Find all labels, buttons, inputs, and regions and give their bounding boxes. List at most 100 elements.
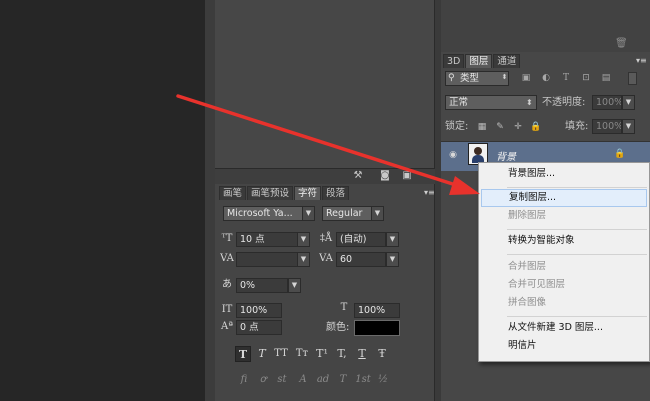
faux-bold-button[interactable]: T [235,346,251,362]
tracking-field[interactable]: 60 [336,252,386,267]
opacity-dropdown-arrow[interactable]: ▼ [622,95,635,110]
layer-context-menu: 背景图层... 复制图层... 删除图层 转换为智能对象 合并图层 合并可见图层… [478,162,650,362]
lock-label: 锁定: [445,121,469,132]
fractions-button[interactable]: ½ [374,372,392,388]
thumbnail-portrait-head [474,147,482,155]
panel-gutter-left [205,0,215,401]
font-style-select[interactable]: Regular [322,206,374,221]
tab-layers[interactable]: 图层 [465,54,493,68]
baseline-shift-field[interactable]: 0 点 [236,320,282,335]
subscript-button[interactable]: T, [334,346,350,362]
lock-position-icon[interactable]: ✛ [512,121,524,133]
stylistic-alternates-button[interactable]: ad [314,372,332,388]
contextual-alternates-button[interactable]: ꝍ [254,372,272,388]
leading-field[interactable]: (自动) [336,232,386,247]
faux-italic-button[interactable]: T [254,346,270,362]
strikethrough-button[interactable]: Ŧ [374,346,390,362]
superscript-button[interactable]: T¹ [314,346,330,362]
menu-item-new-3d-layer-from-file[interactable]: 从文件新建 3D 图层... [507,319,647,337]
layers-panel-menu-button[interactable]: ▾≡ [636,56,647,66]
tab-brush-presets[interactable]: 画笔预设 [247,186,294,200]
menu-separator [507,254,647,255]
underline-button[interactable]: T [354,346,370,362]
new-item-icon[interactable]: ▣ [401,170,413,181]
font-size-dropdown-arrow[interactable]: ▼ [297,232,310,247]
menu-item-merge-visible[interactable]: 合并可见图层 [507,276,647,294]
horizontal-scale-icon: T [340,302,348,313]
tab-character[interactable]: 字符 [294,186,322,200]
font-size-field[interactable]: 10 点 [236,232,298,247]
fill-dropdown-arrow[interactable]: ▼ [622,119,635,134]
tracking-icon: VA [319,253,333,264]
menu-item-postcard[interactable]: 明信片 [507,337,647,355]
lock-all-icon[interactable]: 🔒 [530,121,542,133]
tsume-dropdown-arrow[interactable]: ▼ [288,278,301,293]
kerning-icon: VA [220,253,234,264]
color-label: 颜色: [326,322,350,333]
layer-lock-icon: 🔒 [614,149,626,159]
swash-button[interactable]: A [294,372,312,388]
filter-shape-icon[interactable]: ⊡ [580,72,592,85]
eye-icon[interactable]: ◉ [447,150,459,160]
horizontal-scale-field[interactable]: 100% [354,303,400,318]
blend-mode-select[interactable]: 正常 [445,95,537,110]
menu-separator [507,316,647,317]
filter-type-icon[interactable]: T [560,72,572,85]
font-style-dropdown-arrow[interactable]: ▼ [371,206,384,221]
leading-dropdown-arrow[interactable]: ▼ [386,232,399,247]
menu-separator [507,187,647,188]
fill-label: 填充: [565,121,589,132]
titling-alternates-button[interactable]: T [334,372,352,388]
small-caps-button[interactable]: Tт [294,346,310,362]
filter-smart-object-icon[interactable]: ▤ [600,72,612,85]
leading-icon: ‡Å [319,233,333,244]
vertical-scale-icon: IT [221,304,233,315]
menu-item-merge-layers[interactable]: 合并图层 [507,258,647,276]
opacity-field[interactable]: 100% [592,95,622,110]
tab-brush[interactable]: 画笔 [219,186,247,200]
all-caps-button[interactable]: TT [273,346,289,362]
filter-toggle-switch[interactable] [628,72,637,85]
layer-name[interactable]: 背景 [496,148,516,163]
kerning-field[interactable] [236,252,298,267]
menu-item-convert-to-smart-object[interactable]: 转换为智能对象 [507,232,647,250]
trash-icon[interactable]: 🗑 [615,38,628,50]
document-canvas-area [0,0,205,401]
kerning-dropdown-arrow[interactable]: ▼ [297,252,310,267]
font-family-select[interactable]: Microsoft Ya... [223,206,303,221]
menu-item-flatten-image[interactable]: 拼合图像 [507,294,647,312]
tab-paragraph[interactable]: 段落 [322,186,350,200]
layers-panel-tabs: 3D 图层 通道 [443,54,521,68]
character-panel-tabs: 画笔 画笔预设 字符 段落 [219,186,350,200]
menu-item-background-layer[interactable]: 背景图层... [507,165,647,183]
tsume-icon: あ [222,279,232,290]
tracking-dropdown-arrow[interactable]: ▼ [386,252,399,267]
vertical-scale-field[interactable]: 100% [236,303,282,318]
text-color-swatch[interactable] [354,320,400,336]
menu-item-delete-layer[interactable]: 删除图层 [507,207,647,225]
menu-item-duplicate-layer[interactable]: 复制图层... [481,189,647,207]
font-family-dropdown-arrow[interactable]: ▼ [302,206,315,221]
baseline-shift-icon: Aª [221,321,233,332]
tab-3d[interactable]: 3D [443,54,465,68]
camera-icon[interactable]: ◙ [379,170,391,181]
filter-pixel-icon[interactable]: ▣ [520,72,532,85]
stamp-icon[interactable]: ⚒ [352,170,364,181]
search-icon: ⚲ [448,73,455,83]
standard-ligatures-button[interactable]: fi [235,372,253,388]
fill-field[interactable]: 100% [592,119,622,134]
tab-channels[interactable]: 通道 [493,54,521,68]
opacity-label: 不透明度: [542,97,586,108]
font-size-icon: ᵀT [221,233,233,244]
character-panel-menu-button[interactable]: ▾≡ [424,188,435,198]
blend-mode-arrows-icon: ⬍ [526,98,533,107]
lock-transparent-pixels-icon[interactable]: ▦ [476,121,488,133]
filter-adjustment-icon[interactable]: ◐ [540,72,552,85]
discretionary-ligatures-button[interactable]: st [273,372,291,388]
ordinals-button[interactable]: 1st [354,372,372,388]
layer-filter-dropdown-arrow[interactable]: ⬍ [498,71,511,86]
lock-image-pixels-icon[interactable]: ✎ [494,121,506,133]
upper-panel-area [215,0,435,168]
tsume-field[interactable]: 0% [236,278,288,293]
menu-separator [507,229,647,230]
